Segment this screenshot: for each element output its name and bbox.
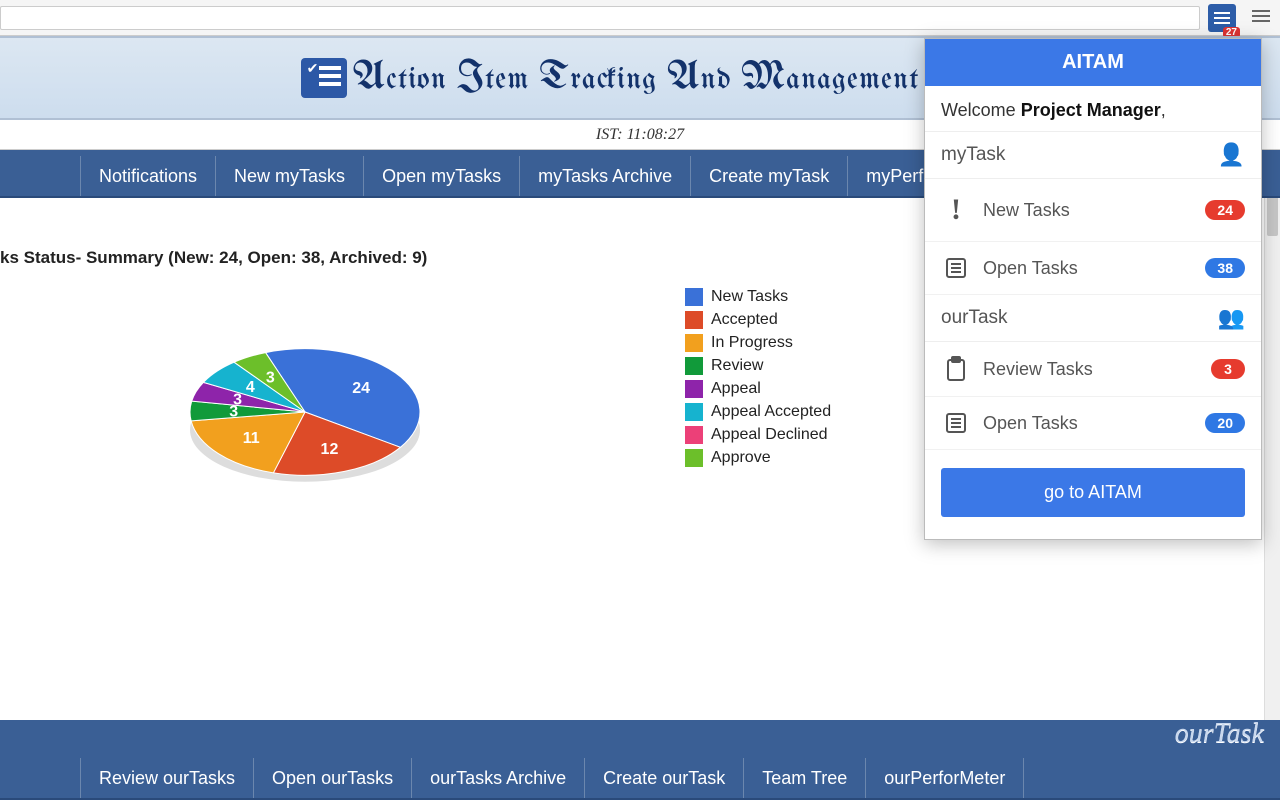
popup-title: AITAM bbox=[925, 39, 1261, 86]
legend-label: Appeal Accepted bbox=[711, 403, 831, 421]
tab-notifications[interactable]: Notifications bbox=[80, 156, 216, 196]
tz-label: IST: bbox=[596, 126, 623, 144]
popup-item-open-tasks[interactable]: Open Tasks 38 bbox=[925, 242, 1261, 295]
browser-chrome: 27 bbox=[0, 0, 1280, 36]
svg-text:3: 3 bbox=[233, 391, 242, 408]
tab-new-mytasks[interactable]: New myTasks bbox=[216, 156, 364, 196]
legend-swatch bbox=[685, 288, 703, 306]
bottom-strip: ourTask bbox=[0, 720, 1280, 752]
url-field[interactable] bbox=[0, 6, 1200, 30]
legend-label: Appeal bbox=[711, 380, 761, 398]
svg-text:12: 12 bbox=[321, 441, 339, 458]
legend-swatch bbox=[685, 426, 703, 444]
svg-text:24: 24 bbox=[352, 380, 370, 397]
legend-swatch bbox=[685, 311, 703, 329]
time-value: 11:08:27 bbox=[627, 126, 684, 144]
legend-item: Appeal Declined bbox=[685, 426, 831, 444]
legend-swatch bbox=[685, 334, 703, 352]
section-label-ourtask: ourTask bbox=[1175, 718, 1264, 750]
extension-popup: AITAM Welcome Project Manager, myTask 👤 … bbox=[924, 38, 1262, 540]
legend-swatch bbox=[685, 357, 703, 375]
legend-label: Approve bbox=[711, 449, 771, 467]
list-icon bbox=[941, 256, 971, 280]
tab-ourtasks-archive[interactable]: ourTasks Archive bbox=[412, 758, 585, 798]
tab-create-ourtask[interactable]: Create ourTask bbox=[585, 758, 744, 798]
tab-create-mytask[interactable]: Create myTask bbox=[691, 156, 848, 196]
legend-label: New Tasks bbox=[711, 288, 788, 306]
tab-open-ourtasks[interactable]: Open ourTasks bbox=[254, 758, 412, 798]
count-badge: 38 bbox=[1205, 258, 1245, 278]
tab-team-tree[interactable]: Team Tree bbox=[744, 758, 866, 798]
tab-ourperformeter[interactable]: ourPerforMeter bbox=[866, 758, 1024, 798]
legend-item: Approve bbox=[685, 449, 831, 467]
legend-swatch bbox=[685, 449, 703, 467]
legend-label: Appeal Declined bbox=[711, 426, 828, 444]
list-icon bbox=[941, 411, 971, 435]
tab-review-ourtasks[interactable]: Review ourTasks bbox=[80, 758, 254, 798]
chart-legend: New Tasks Accepted In Progress Review Appeal… bbox=[685, 288, 831, 467]
popup-section-mytask: myTask 👤 bbox=[925, 132, 1261, 179]
goto-aitam-button[interactable]: go to AITAM bbox=[941, 468, 1245, 517]
legend-item: Review bbox=[685, 357, 831, 375]
count-badge: 24 bbox=[1205, 200, 1245, 220]
svg-text:11: 11 bbox=[243, 430, 260, 447]
legend-label: Review bbox=[711, 357, 763, 375]
exclamation-icon: ! bbox=[941, 193, 971, 227]
menu-icon[interactable] bbox=[1252, 10, 1270, 24]
count-badge: 3 bbox=[1211, 359, 1245, 379]
popup-welcome: Welcome Project Manager, bbox=[925, 86, 1261, 132]
people-icon: 👥 bbox=[1218, 305, 1245, 331]
legend-item: In Progress bbox=[685, 334, 831, 352]
app-title: Action Item Tracking And Management bbox=[353, 58, 920, 99]
legend-item: Appeal bbox=[685, 380, 831, 398]
bottom-nav: Review ourTasks Open ourTasks ourTasks A… bbox=[0, 752, 1280, 800]
legend-label: In Progress bbox=[711, 334, 793, 352]
legend-swatch bbox=[685, 380, 703, 398]
popup-item-open-ourtasks[interactable]: Open Tasks 20 bbox=[925, 397, 1261, 450]
popup-item-review-tasks[interactable]: Review Tasks 3 bbox=[925, 342, 1261, 397]
tab-open-mytasks[interactable]: Open myTasks bbox=[364, 156, 520, 196]
logo-icon bbox=[301, 58, 347, 98]
count-badge: 20 bbox=[1205, 413, 1245, 433]
extension-icon[interactable]: 27 bbox=[1208, 4, 1236, 32]
svg-text:4: 4 bbox=[246, 379, 255, 396]
clipboard-icon bbox=[941, 356, 971, 382]
popup-section-ourtask: ourTask 👥 bbox=[925, 295, 1261, 342]
legend-swatch bbox=[685, 403, 703, 421]
svg-text:3: 3 bbox=[266, 370, 275, 387]
legend-item: Accepted bbox=[685, 311, 831, 329]
pie-chart: 2412113343 bbox=[155, 282, 475, 582]
legend-item: New Tasks bbox=[685, 288, 831, 306]
legend-item: Appeal Accepted bbox=[685, 403, 831, 421]
tab-mytasks-archive[interactable]: myTasks Archive bbox=[520, 156, 691, 196]
popup-item-new-tasks[interactable]: ! New Tasks 24 bbox=[925, 179, 1261, 242]
legend-label: Accepted bbox=[711, 311, 778, 329]
person-icon: 👤 bbox=[1218, 142, 1245, 168]
